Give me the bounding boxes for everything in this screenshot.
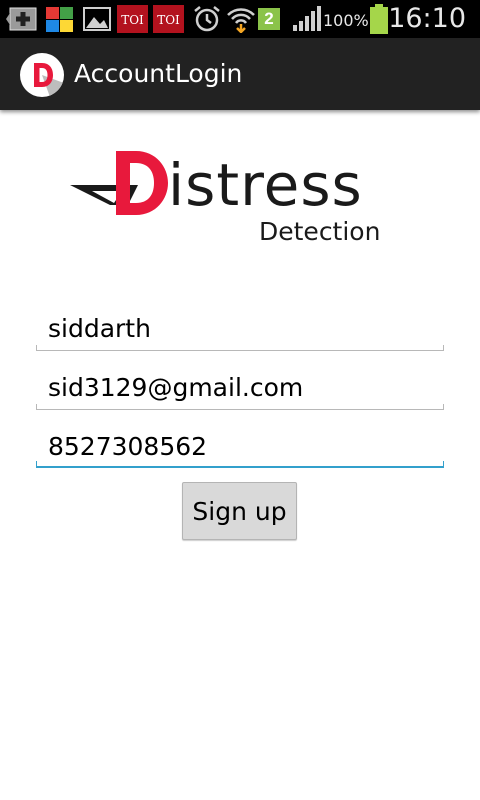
signup-button[interactable]: Sign up <box>182 482 297 540</box>
logo-wordmark: Distress <box>168 155 363 215</box>
screen: TOI TOI 2 100% 16:10 AccountLogin istres… <box>0 0 480 800</box>
action-bar: AccountLogin <box>0 38 480 110</box>
status-bar: TOI TOI 2 100% 16:10 <box>0 0 480 38</box>
phone-field[interactable] <box>36 424 444 468</box>
email-field-underline <box>36 404 444 410</box>
app-title: AccountLogin <box>74 59 243 88</box>
sim-2-label: 2 <box>264 9 274 28</box>
gallery-icon <box>83 7 111 31</box>
toi-icon: TOI <box>117 5 148 33</box>
add-icon <box>6 7 37 31</box>
sim-2-icon: 2 <box>258 8 280 30</box>
phone-field-underline <box>36 461 444 468</box>
toi-icon: TOI <box>153 5 184 33</box>
clock: 16:10 <box>388 3 466 34</box>
svg-text:TOI: TOI <box>121 13 144 27</box>
logo-word: istress <box>168 151 363 219</box>
wifi-icon <box>227 8 255 33</box>
logo-subtitle: Detection <box>259 217 381 246</box>
name-field[interactable] <box>36 306 444 350</box>
distress-detection-logo: Distress Detection <box>68 145 388 250</box>
name-field-underline <box>36 345 444 351</box>
alarm-icon <box>194 6 220 32</box>
app-logo-icon[interactable] <box>20 53 64 97</box>
battery-icon <box>370 4 388 34</box>
svg-text:TOI: TOI <box>157 13 180 27</box>
app-icon <box>46 7 73 32</box>
email-field[interactable] <box>36 365 444 409</box>
signal-icon <box>293 6 321 31</box>
battery-percent: 100% <box>323 11 369 30</box>
